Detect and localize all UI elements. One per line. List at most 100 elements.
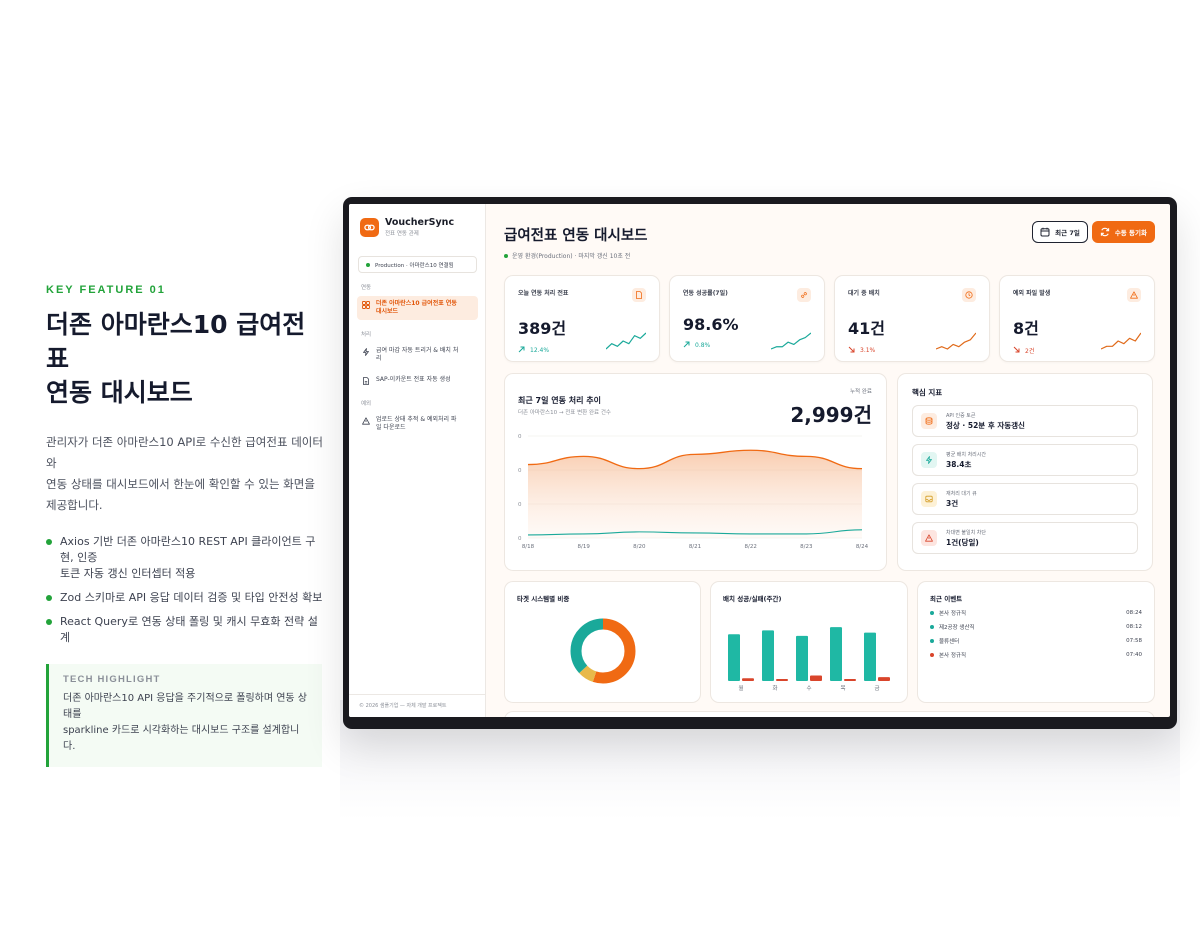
status-dot [366,262,370,267]
core-metrics-card: 핵심 지표 API 인증 토큰 정상 · 52분 후 자동갱신 평균 배치 처리시… [897,373,1153,571]
bars-title: 배치 성공/실패(주간) [723,595,782,603]
sidebar-item-upload[interactable]: 업로드 상태 추적 & 예외처리 파일 다운로드 [357,412,478,436]
sparkline-path [1101,332,1141,350]
tech-highlight: TECH HIGHLIGHT 더존 아마란스10 API 응답을 주기적으로 폴… [46,664,322,767]
kpi-card[interactable]: 대기 중 배치 41건 3.1% [834,275,990,362]
kpi-sparkline [771,332,811,350]
failure-bar[interactable] [776,679,788,681]
bullet-text: Zod 스키마로 API 응답 데이터 검증 및 타입 안전성 확보 [60,591,323,604]
kpi-label: 연동 성공률(7일) [683,290,728,297]
nav-label: 급여 마감 자동 트리거 & 배치 처 [376,347,459,354]
bullet-dot [46,595,52,601]
event-name: 본사 정규직 [939,611,967,617]
status-dot [504,253,508,258]
core-item[interactable]: 재처리 대기 큐 3건 [912,483,1138,515]
failure-bar[interactable] [878,677,890,681]
calendar-icon [1040,227,1050,237]
kpi-delta-value: 12.4% [530,347,550,354]
main-content: 급여전표 연동 대시보드 운영 환경(Production) · 마지막 갱신 … [486,204,1170,717]
chart-row: 최근 7일 연동 처리 추이 더존 아마란스10 → 전표 변환 완료 건수 누… [504,373,1155,571]
kpi-row: 오늘 연동 처리 전표 389건 12.4% 연동 성공률(7일) 98.6% … [504,275,1155,362]
failure-bar[interactable] [844,679,856,681]
sparkline-path [606,332,646,350]
core-item-value: 38.4초 [946,459,972,469]
core-title: 핵심 지표 [912,388,943,397]
event-name: 본사 정규직 [939,653,967,659]
y-tick-label: 0 [518,468,522,474]
inbox-icon [921,491,937,507]
event-item[interactable]: 본사 정규직 07:40 [930,651,1142,659]
desc-line: 제공합니다. [46,498,103,512]
bottom-row: 타겟 시스템별 비중 배치 성공/실패(주간) 월 화 수 목 금 최근 이벤트 본사 … [504,581,1155,703]
event-item[interactable]: 제2공장 생산직 08:12 [930,623,1142,631]
next-card-peek [504,711,1155,717]
nav-label: SAP-이카운트 전표 자동 생성 [376,376,451,383]
failure-bar[interactable] [810,675,822,682]
sidebar: VoucherSync 전표 연동 관제 Production · 아마란스10… [349,204,486,717]
app-screen: VoucherSync 전표 연동 관제 Production · 아마란스10… [349,204,1170,717]
brand[interactable]: VoucherSync 전표 연동 관제 [349,204,485,237]
kpi-sparkline [606,332,646,350]
tech-line: 더존 아마란스10 API 응답을 주기적으로 폴링하며 연동 상태를 [63,693,307,720]
bullet-text: Axios 기반 더존 아마란스10 REST API 클라이언트 구현, 인증 [60,535,316,564]
kpi-sparkline [936,332,976,350]
kpi-card[interactable]: 예외 파일 발생 8건 2건 [999,275,1155,362]
day-label: 월 [738,684,743,692]
bars-chart: 월화수목금 [728,627,890,692]
kpi-card[interactable]: 연동 성공률(7일) 98.6% 0.8% [669,275,825,362]
core-item-label: 차대변 불일치 차단 [946,529,986,536]
failure-bar[interactable] [742,678,754,681]
kpi-label: 예외 파일 발생 [1013,290,1051,297]
feature-label: KEY FEATURE 01 [46,284,166,296]
nav-label: 대시보드 [376,308,399,315]
event-item[interactable]: 물류센터 07:58 [930,637,1142,645]
success-bar[interactable] [830,627,842,681]
trend-down-icon [848,346,855,355]
event-time: 07:40 [1126,652,1142,658]
kpi-delta-value: 2건 [1025,348,1035,355]
sidebar-item-dashboard[interactable]: 더존 아마란스10 급여전표 연동 대시보드 [357,296,478,320]
link-icon [360,217,379,237]
core-item[interactable]: 평균 배치 처리시간 38.4초 [912,444,1138,476]
event-time: 08:24 [1126,610,1142,616]
date-range-button[interactable]: 최근 7일 [1032,221,1088,243]
tech-line: sparkline 카드로 시각화하는 대시보드 구조를 설계합니다. [63,725,300,752]
page-subtitle-text: 운영 환경(Production) · 마지막 갱신 10초 전 [512,253,631,260]
brand-subtitle: 전표 연동 관제 [385,231,419,237]
success-bar[interactable] [728,634,740,681]
y-tick-label: 0 [518,536,522,542]
sidebar-item-trigger[interactable]: 급여 마감 자동 트리거 & 배치 처리 [357,343,478,367]
core-item-label: API 인증 토큰 [946,412,976,419]
x-tick-label: 8/20 [633,544,646,550]
y-tick-label: 0 [518,434,522,440]
environment-badge: Production · 아마란스10 연결됨 [358,256,477,273]
database-icon [921,413,937,429]
link-icon [797,288,811,302]
donut-title: 타겟 시스템별 비중 [517,595,570,603]
alert-icon [362,417,370,425]
x-tick-label: 8/23 [800,544,813,550]
core-item-value: 정상 · 52분 후 자동갱신 [946,420,1025,430]
sidebar-item-sap[interactable]: SAP-이카운트 전표 자동 생성 [357,372,478,389]
feature-bullet: Axios 기반 더존 아마란스10 REST API 클라이언트 구현, 인증… [46,534,326,582]
event-dot [930,653,934,657]
grid-icon [362,301,370,309]
kpi-card[interactable]: 오늘 연동 처리 전표 389건 12.4% [504,275,660,362]
success-bar[interactable] [796,635,808,681]
success-bar[interactable] [762,630,774,681]
event-dot [930,639,934,643]
manual-sync-button[interactable]: 수동 동기화 [1091,221,1155,243]
success-bar[interactable] [864,632,876,681]
bolt-icon [921,452,937,468]
footer-divider [349,694,485,695]
core-item[interactable]: 차대변 불일치 차단 1건(당일) [912,522,1138,554]
y-tick-label: 0 [518,502,522,508]
nav-section-label: 처리 [361,332,372,338]
donut-card: 타겟 시스템별 비중 [504,581,701,703]
trend-up-icon [683,341,690,350]
core-item[interactable]: API 인증 토큰 정상 · 52분 후 자동갱신 [912,405,1138,437]
kpi-sparkline [1101,332,1141,350]
alert-icon [921,530,937,546]
event-item[interactable]: 본사 정규직 08:24 [930,609,1142,617]
kpi-delta-value: 0.8% [695,342,711,349]
